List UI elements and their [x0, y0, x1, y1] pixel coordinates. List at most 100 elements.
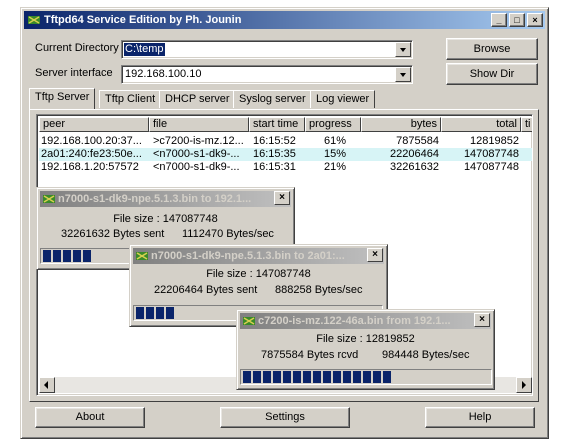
transfer-dialog-titlebar[interactable]: c7200-is-mz.122-46a.bin from 192.1...	[240, 313, 491, 329]
cell-total: 147087748	[463, 161, 519, 173]
bytes-text: 32261632 Bytes sent	[61, 228, 165, 240]
current-directory-value: C:\temp	[124, 43, 165, 56]
progress-block	[156, 307, 164, 319]
column-header-peer[interactable]: peer	[39, 117, 149, 132]
about-button[interactable]: About	[35, 407, 145, 428]
progress-block	[283, 371, 291, 383]
cell-progress: 15%	[323, 148, 347, 160]
close-button[interactable]: ×	[527, 13, 543, 27]
column-header-bytes[interactable]: bytes	[361, 117, 441, 132]
server-interface-value: 192.168.100.10	[125, 68, 202, 80]
progress-block	[363, 371, 371, 383]
column-header-time[interactable]: ti	[521, 117, 532, 132]
cell-progress: 61%	[323, 135, 347, 147]
progress-block	[263, 371, 271, 383]
help-button[interactable]: Help	[425, 407, 535, 428]
progress-block	[253, 371, 261, 383]
progress-block	[373, 371, 381, 383]
cell-start-time: 16:15:35	[253, 148, 296, 160]
close-icon[interactable]: ×	[367, 248, 383, 262]
cell-total: 12819852	[470, 135, 519, 147]
progress-block	[313, 371, 321, 383]
app-icon	[43, 195, 55, 203]
tab-dhcp-server[interactable]: DHCP server	[159, 90, 236, 108]
progress-block	[303, 371, 311, 383]
close-icon[interactable]: ×	[274, 191, 290, 205]
cell-file: <n7000-s1-dk9-...	[153, 148, 240, 160]
current-directory-combo[interactable]: C:\temp	[121, 40, 413, 59]
column-header-total[interactable]: total	[441, 117, 521, 132]
app-icon	[136, 252, 148, 260]
file-size-text: File size : 147087748	[113, 213, 218, 225]
progress-block	[166, 307, 174, 319]
column-header-start-time[interactable]: start time	[249, 117, 305, 132]
cell-bytes: 32261632	[390, 161, 439, 173]
cell-start-time: 16:15:52	[253, 135, 296, 147]
rate-text: 984448 Bytes/sec	[382, 349, 470, 361]
cell-bytes: 22206464	[390, 148, 439, 160]
rate-text: 888258 Bytes/sec	[275, 284, 363, 296]
progress-block	[73, 250, 81, 262]
cell-file: <n7000-s1-dk9-...	[153, 161, 240, 173]
progress-block	[383, 371, 391, 383]
tab-tftp-client[interactable]: Tftp Client	[99, 90, 162, 108]
window-title: Tftpd64 Service Edition by Ph. Jounin	[44, 14, 242, 26]
progress-block	[83, 250, 91, 262]
progress-block	[146, 307, 154, 319]
progress-block	[63, 250, 71, 262]
transfer-dialog-titlebar[interactable]: n7000-s1-dk9-npe.5.1.3.bin to 2a01:...	[133, 248, 384, 264]
minimize-button[interactable]: _	[491, 13, 507, 27]
progress-block	[323, 371, 331, 383]
transfer-dialog[interactable]: c7200-is-mz.122-46a.bin from 192.1... × …	[236, 309, 495, 390]
progress-block	[293, 371, 301, 383]
tab-syslog-server[interactable]: Syslog server	[233, 90, 312, 108]
progress-block	[333, 371, 341, 383]
column-header-file[interactable]: file	[149, 117, 249, 132]
progress-block	[53, 250, 61, 262]
transfer-dialog-title: c7200-is-mz.122-46a.bin from 192.1...	[258, 315, 451, 327]
cell-peer: 2a01:240:fe23:50e...	[41, 148, 142, 160]
progress-block	[353, 371, 361, 383]
app-icon	[28, 16, 40, 24]
show-dir-button[interactable]: Show Dir	[446, 63, 538, 85]
cell-file: >c7200-is-mz.12...	[153, 135, 244, 147]
progress-block	[273, 371, 281, 383]
app-icon	[243, 317, 255, 325]
server-interface-label: Server interface	[35, 67, 113, 79]
file-size-text: File size : 147087748	[206, 268, 311, 280]
cell-bytes: 7875584	[396, 135, 439, 147]
current-directory-label: Current Directory	[35, 42, 119, 54]
transfer-dialog-title: n7000-s1-dk9-npe.5.1.3.bin to 192.1...	[58, 193, 252, 205]
close-icon[interactable]: ×	[474, 313, 490, 327]
cell-start-time: 16:15:31	[253, 161, 296, 173]
tab-tftp-server[interactable]: Tftp Server	[29, 88, 96, 109]
table-row[interactable]: 192.168.1.20:57572 <n7000-s1-dk9-... 16:15…	[39, 161, 532, 174]
title-bar[interactable]: Tftpd64 Service Edition by Ph. Jounin _ …	[24, 11, 545, 29]
server-interface-dropdown-icon[interactable]	[395, 67, 411, 82]
cell-peer: 192.168.100.20:37...	[41, 135, 142, 147]
cell-progress: 21%	[323, 161, 347, 173]
scroll-right-icon[interactable]	[516, 377, 532, 393]
browse-button[interactable]: Browse	[446, 38, 538, 60]
progress-block	[43, 250, 51, 262]
settings-button[interactable]: Settings	[220, 407, 350, 428]
column-header-progress[interactable]: progress	[305, 117, 361, 132]
transfer-dialog-titlebar[interactable]: n7000-s1-dk9-npe.5.1.3.bin to 192.1...	[40, 191, 291, 207]
scroll-left-icon[interactable]	[39, 377, 55, 393]
file-size-text: File size : 12819852	[316, 333, 415, 345]
progress-block	[136, 307, 144, 319]
server-interface-combo[interactable]: 192.168.100.10	[121, 65, 413, 84]
rate-text: 1112470 Bytes/sec	[182, 228, 274, 240]
bytes-text: 7875584 Bytes rcvd	[261, 349, 359, 361]
bytes-text: 22206464 Bytes sent	[154, 284, 258, 296]
table-row[interactable]: 2a01:240:fe23:50e... <n7000-s1-dk9-... 16:…	[39, 148, 532, 161]
transfer-dialog-title: n7000-s1-dk9-npe.5.1.3.bin to 2a01:...	[151, 250, 345, 262]
table-row[interactable]: 192.168.100.20:37... >c7200-is-mz.12... 16…	[39, 135, 532, 148]
current-directory-dropdown-icon[interactable]	[395, 42, 411, 57]
progress-block	[243, 371, 251, 383]
progress-block	[343, 371, 351, 383]
tab-strip: Tftp Server Tftp Client DHCP server Sysl…	[29, 88, 539, 110]
cell-total: 147087748	[463, 148, 519, 160]
tab-log-viewer[interactable]: Log viewer	[310, 90, 376, 108]
maximize-button[interactable]: □	[509, 13, 525, 27]
